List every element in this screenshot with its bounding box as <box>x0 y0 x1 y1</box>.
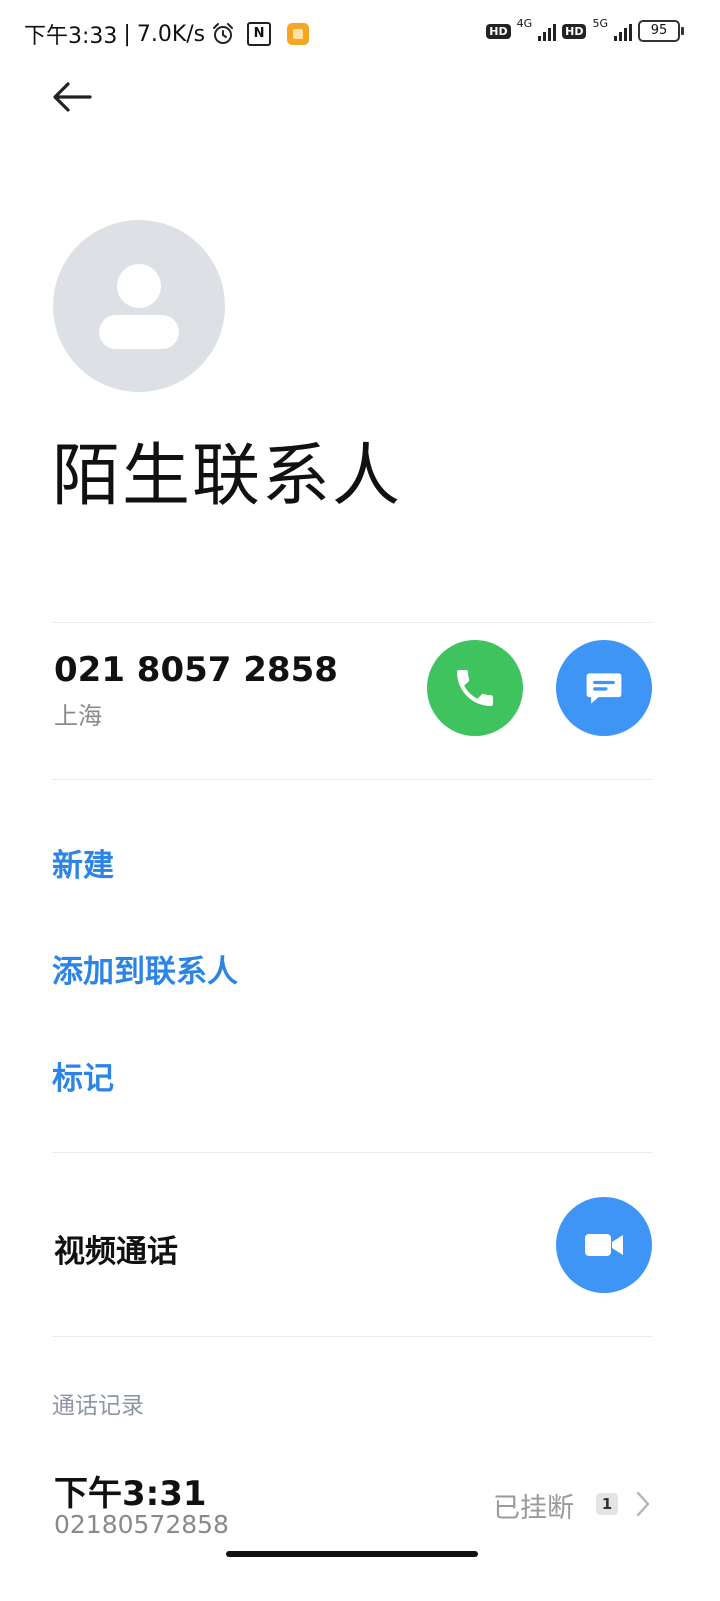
divider <box>52 622 653 623</box>
divider <box>52 779 653 780</box>
status-bar-left: 下午3:33 | 7.0K/s N <box>24 18 310 50</box>
call-button[interactable] <box>427 640 523 736</box>
arrow-left-icon <box>53 82 92 112</box>
divider <box>52 1336 653 1337</box>
status-time: 下午3:33 <box>24 24 118 49</box>
phone-number[interactable]: 021 8057 2858 <box>54 650 338 690</box>
signal-strength-icon <box>614 21 632 41</box>
battery-icon: 95 <box>638 20 684 42</box>
network-type-4g: 4G <box>516 16 533 30</box>
network-speed: 7.0K/s <box>136 21 206 47</box>
divider <box>52 1152 653 1153</box>
avatar-head <box>117 264 161 308</box>
status-separator: | <box>123 21 131 47</box>
nfc-icon: N <box>247 22 272 46</box>
call-log-count-badge: 1 <box>596 1493 618 1515</box>
back-button[interactable] <box>44 70 100 126</box>
message-icon <box>586 673 622 704</box>
hd-badge: HD <box>486 23 511 39</box>
avatar <box>53 220 225 392</box>
video-call-button[interactable] <box>556 1197 652 1293</box>
phone-icon <box>457 670 493 706</box>
mark-button[interactable]: 标记 <box>52 1053 114 1098</box>
alarm-icon <box>213 23 234 44</box>
add-to-contacts-button[interactable]: 添加到联系人 <box>52 946 238 991</box>
home-indicator[interactable] <box>226 1551 478 1557</box>
network-type-5g: 5G <box>592 16 608 30</box>
hd-badge: HD <box>562 23 587 39</box>
app-notification-icon <box>287 23 310 45</box>
video-call-label: 视频通话 <box>54 1234 178 1270</box>
message-button[interactable] <box>556 640 652 736</box>
call-log-time: 下午3:31 <box>54 1474 207 1514</box>
status-bar: 下午3:33 | 7.0K/s N HD 4G HD 5G 95 <box>0 0 720 64</box>
status-bar-right: HD 4G HD 5G 95 <box>486 16 684 42</box>
call-log-number: 02180572858 <box>54 1510 229 1539</box>
chevron-right-icon <box>636 1491 650 1517</box>
call-log-title: 通话记录 <box>52 1393 144 1419</box>
contact-name: 陌生联系人 <box>52 437 403 516</box>
call-log-status: 已挂断 <box>493 1493 574 1524</box>
phone-location: 上海 <box>54 702 102 730</box>
video-camera-icon <box>585 1234 623 1256</box>
avatar-body <box>99 315 179 349</box>
new-contact-button[interactable]: 新建 <box>52 840 114 885</box>
signal-strength-icon <box>538 21 557 41</box>
